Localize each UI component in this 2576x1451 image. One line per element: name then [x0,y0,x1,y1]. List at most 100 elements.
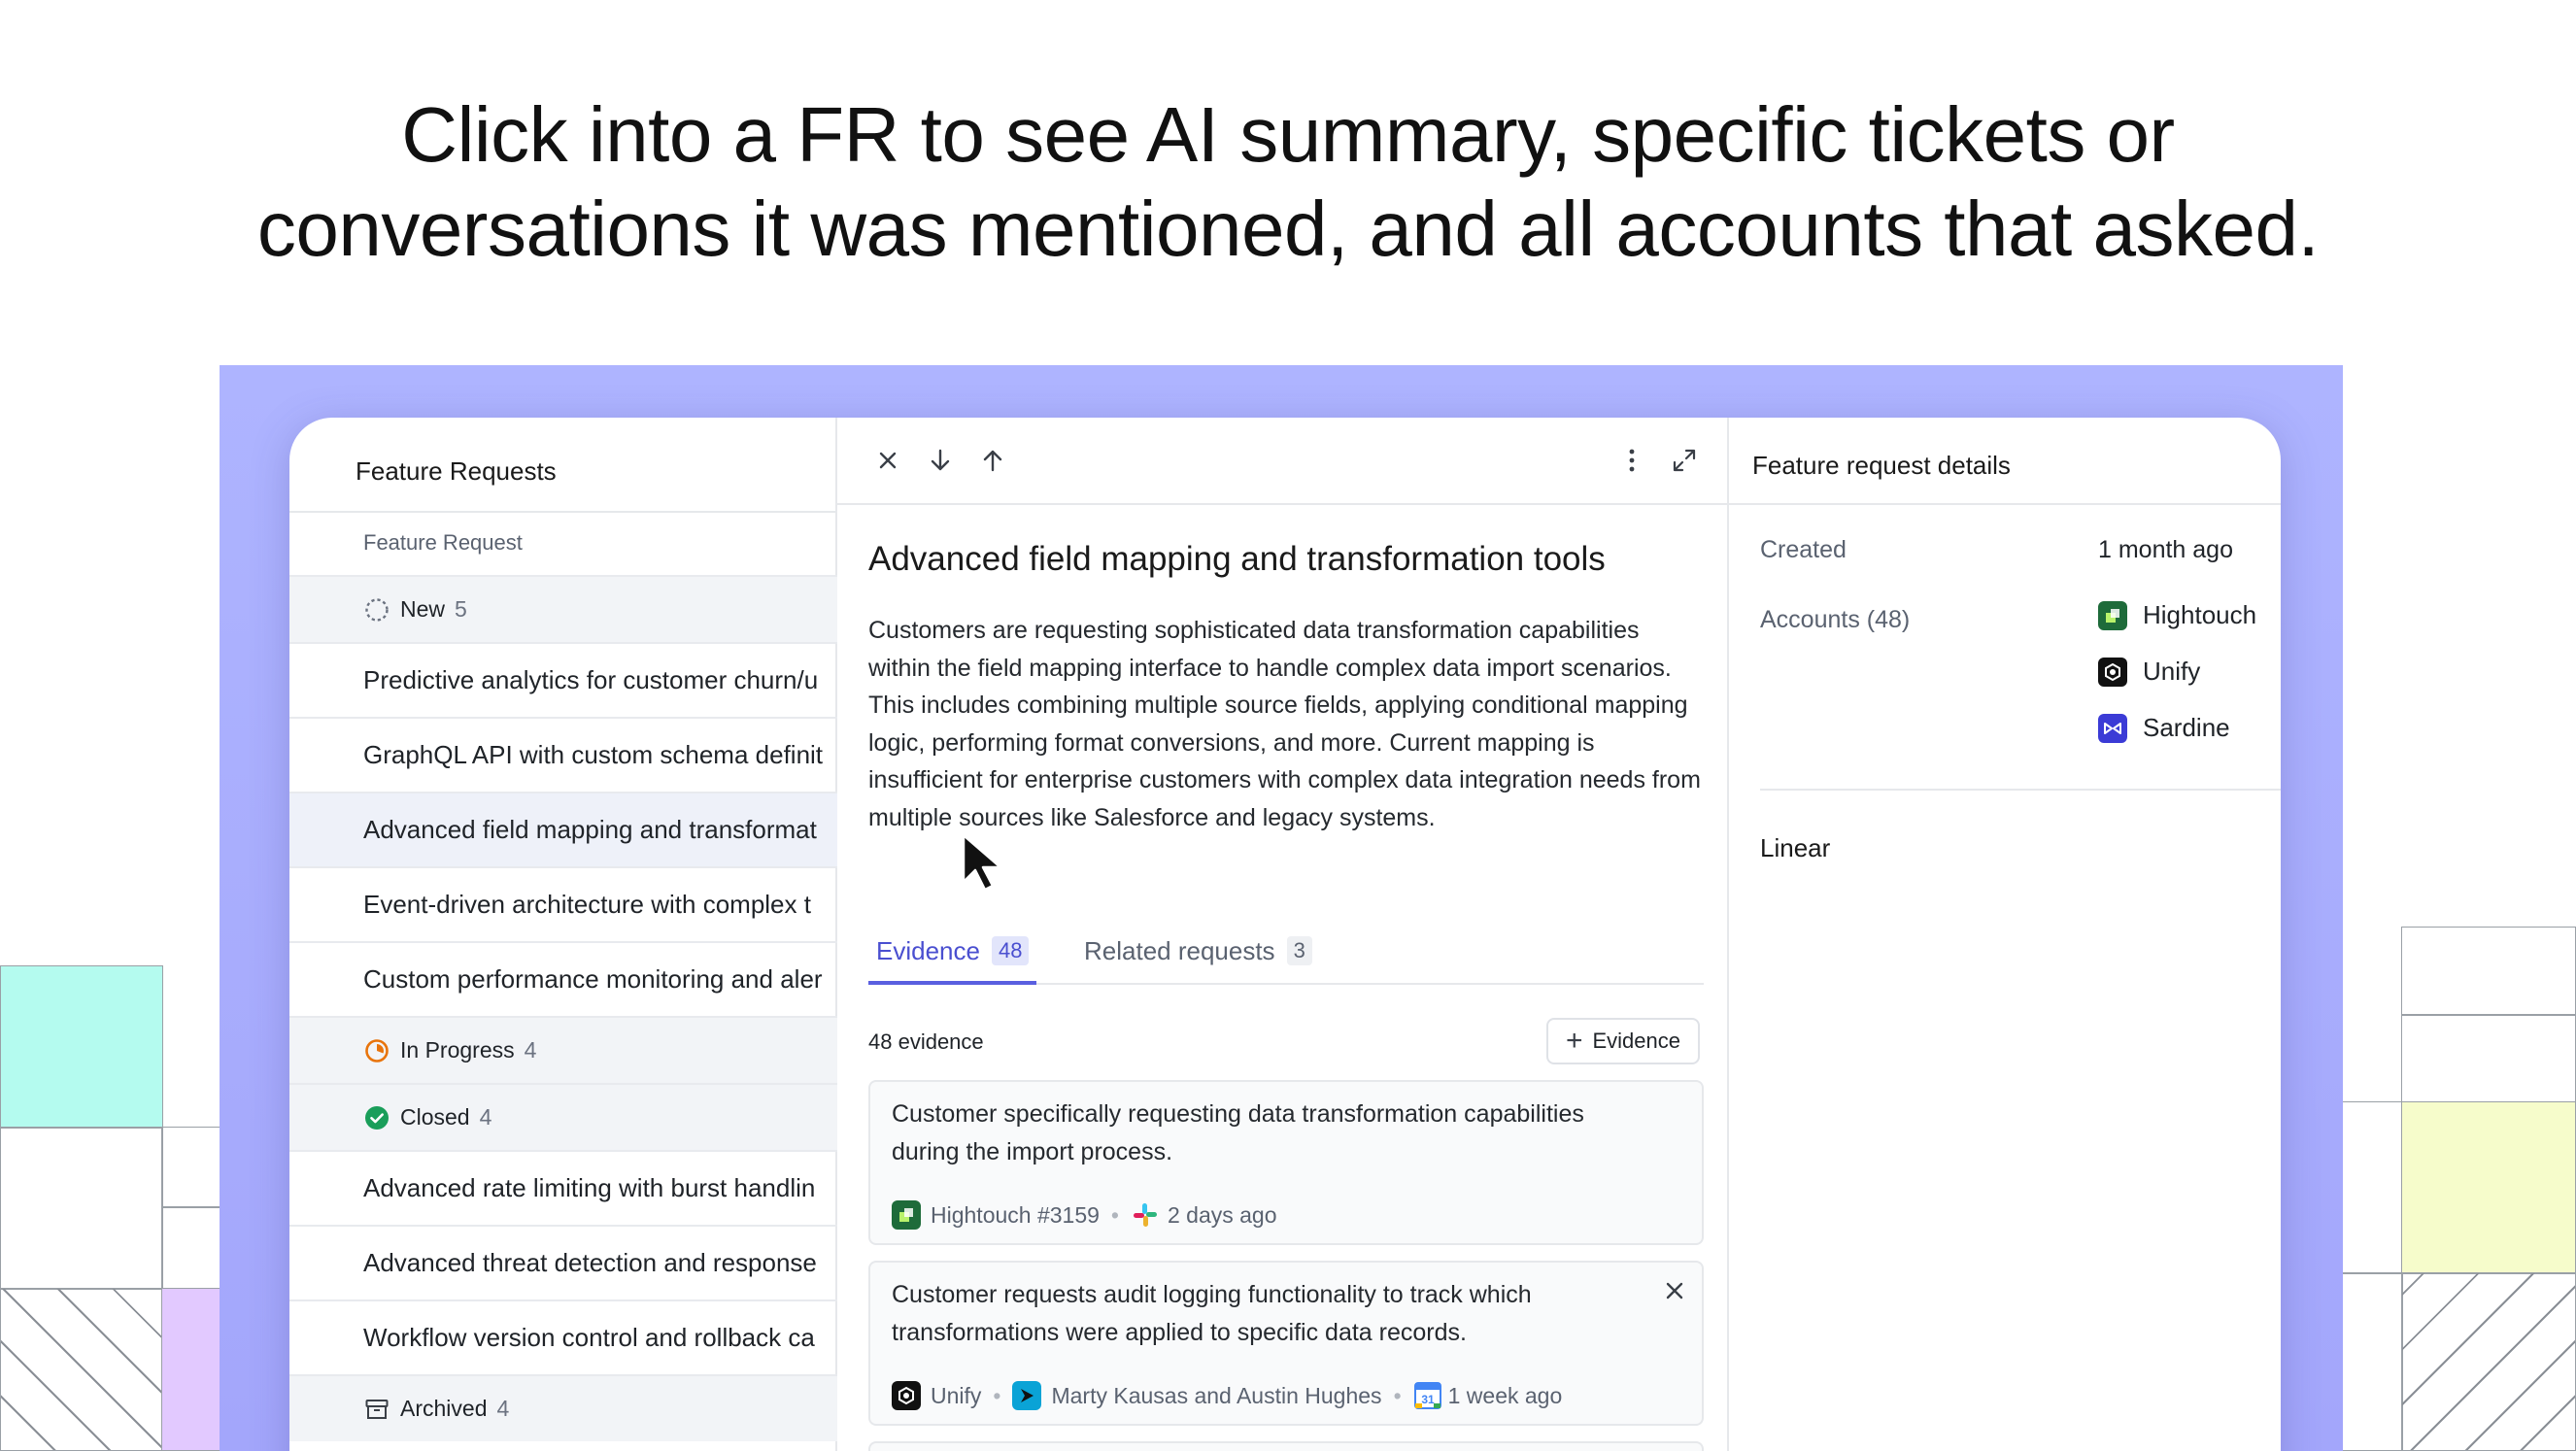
list-item[interactable]: Custom performance monitoring and aler [289,941,837,1016]
deco-grid-cell [2341,1272,2403,1451]
detail-tabs: Evidence 48 Related requests 3 [868,927,1704,985]
sardine-logo-icon [2098,713,2127,743]
group-closed[interactable]: Closed 4 [289,1083,837,1150]
add-evidence-button[interactable]: + Evidence [1546,1018,1700,1064]
mouse-cursor-icon [960,833,1004,896]
divider [1760,789,2281,791]
group-count: 5 [455,596,467,622]
evidence-time: 2 days ago [1167,1201,1277,1228]
evidence-card[interactable]: Customer requests audit logging function… [868,1261,1704,1426]
close-icon[interactable] [1665,1276,1684,1307]
group-archived[interactable]: Archived 4 [289,1374,837,1441]
ai-summary: Customers are requesting sophisticated d… [868,617,1701,831]
deco-grid-cell [2401,1014,2576,1103]
evidence-count: 48 evidence [868,1029,984,1054]
list-item-label: Advanced threat detection and response [363,1248,817,1277]
list-item-label: GraphQL API with custom schema definit [363,740,824,769]
meta-separator: • [1393,1382,1402,1408]
tab-related-requests[interactable]: Related requests 3 [1084,927,1312,985]
group-count: 4 [479,1104,492,1130]
account-name: Unify [2143,657,2201,686]
evidence-card[interactable] [868,1441,1704,1451]
list-item-label: Workflow version control and rollback ca [363,1323,815,1352]
group-label: New [400,596,446,622]
archive-icon [363,1396,390,1423]
plus-icon: + [1565,1025,1583,1057]
linear-section-label[interactable]: Linear [1760,833,1830,863]
details-title: Feature request details [1752,451,2011,480]
slack-icon [1131,1200,1160,1230]
deco-yellow-block [2401,1101,2576,1274]
headline: Click into a FR to see AI summary, speci… [0,87,2576,276]
list-item-selected[interactable]: Advanced field mapping and transformat [289,792,837,866]
group-label: Archived [400,1396,488,1421]
unify-logo-icon [2098,657,2127,687]
deco-grid-cell [2401,927,2576,1016]
app-window: Feature Requests Feature Request New 5 P… [289,418,2281,1451]
deco-grid-cell [2341,1101,2403,1274]
deco-hatch-block [2401,1272,2576,1451]
circle-dashed-icon [363,596,390,624]
deco-cyan-block [0,965,163,1129]
account-hightouch[interactable]: Hightouch [2098,600,2256,630]
list-item[interactable]: Advanced threat detection and response [289,1225,837,1299]
close-icon[interactable] [868,441,907,480]
column-header[interactable]: Feature Request [363,530,523,556]
tab-count: 3 [1286,936,1312,965]
tab-label: Related requests [1084,936,1275,965]
tab-count: 48 [991,936,1030,965]
list-title: Feature Requests [356,456,557,486]
evidence-people[interactable]: Marty Kausas and Austin Hughes [1051,1383,1381,1409]
group-count: 4 [496,1396,510,1421]
progress-icon [363,1037,390,1064]
list-item[interactable]: Event-driven architecture with complex t [289,866,837,941]
tab-label: Evidence [876,936,980,965]
feature-request-title: Advanced field mapping and transformatio… [868,540,1606,578]
deco-grid-cell [161,1206,221,1290]
group-count: 4 [524,1037,537,1063]
evidence-account[interactable]: Hightouch #3159 [931,1202,1100,1229]
feature-requests-list: Feature Requests Feature Request New 5 P… [289,418,837,1451]
list-item-label: Predictive analytics for customer churn/… [363,665,819,694]
evidence-meta: Unify • Marty Kausas and Austin Hughes • [892,1381,1562,1410]
headline-line-1: Click into a FR to see AI summary, speci… [401,91,2175,178]
check-circle-icon [363,1104,390,1131]
group-in-progress[interactable]: In Progress 4 [289,1016,837,1083]
people-logo-icon [1012,1381,1042,1410]
more-vertical-icon[interactable] [1612,441,1651,480]
hightouch-logo-icon [892,1200,921,1230]
evidence-card[interactable]: Customer specifically requesting data tr… [868,1080,1704,1245]
list-item-label: Event-driven architecture with complex t [363,890,811,919]
evidence-time: 1 week ago [1447,1382,1563,1408]
divider [1729,503,2281,505]
meta-separator: • [993,1382,1001,1408]
list-item[interactable]: Advanced rate limiting with burst handli… [289,1150,837,1225]
deco-hatch-block [0,1288,163,1451]
evidence-account[interactable]: Unify [931,1383,981,1409]
list-item-label: Advanced rate limiting with burst handli… [363,1173,816,1202]
arrow-down-icon[interactable] [921,441,960,480]
group-new[interactable]: New 5 [289,575,837,642]
created-value: 1 month ago [2098,536,2233,563]
accounts-label: Accounts (48) [1760,606,1911,633]
headline-line-2: conversations it was mentioned, and all … [256,186,2320,272]
svg-text:31: 31 [1421,1393,1435,1406]
deco-violet-block [161,1288,221,1451]
list-item-label: Advanced field mapping and transformat [363,815,817,844]
account-unify[interactable]: Unify [2098,657,2200,687]
meta-separator: • [1110,1201,1119,1228]
expand-icon[interactable] [1665,441,1704,480]
list-rows: New 5 Predictive analytics for customer … [289,575,837,1441]
arrow-up-icon[interactable] [973,441,1012,480]
tab-evidence[interactable]: Evidence 48 [868,927,1037,985]
detail-toolbar [837,418,1727,505]
list-item[interactable]: Workflow version control and rollback ca [289,1299,837,1374]
account-sardine[interactable]: Sardine [2098,713,2230,743]
feature-request-details-panel: Feature request details Created 1 month … [1729,418,2281,1451]
calendar-icon: 31 [1413,1381,1442,1410]
list-item[interactable]: GraphQL API with custom schema definit [289,717,837,792]
group-label: In Progress [400,1037,515,1063]
list-item[interactable]: Predictive analytics for customer churn/… [289,642,837,717]
account-name: Sardine [2143,713,2230,742]
evidence-meta: Hightouch #3159 • 2 days ago [892,1200,1277,1230]
